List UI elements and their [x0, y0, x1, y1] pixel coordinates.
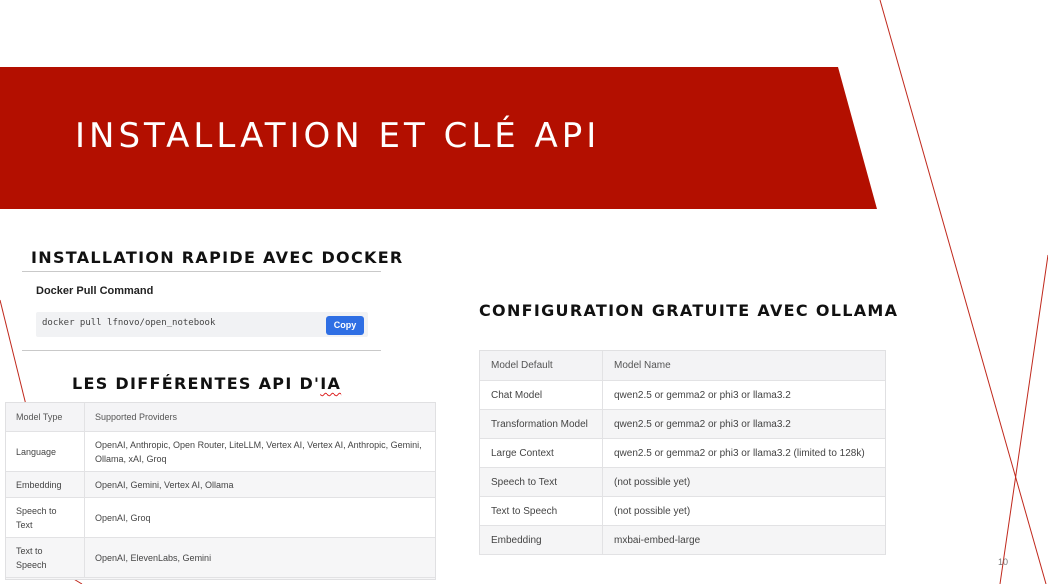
cell-model-type: Speech to Text — [6, 497, 85, 538]
table-row: Text to Speech (not possible yet) — [480, 496, 885, 526]
api-table-header: Model Type Supported Providers — [6, 403, 435, 432]
table-row: Speech to Text OpenAI, Groq — [6, 497, 435, 538]
api-heading-prefix: Les différentes — [72, 374, 259, 393]
column-header-supported-providers: Supported Providers — [84, 403, 435, 432]
docker-command-box: docker pull lfnovo/open_notebook Copy — [36, 312, 368, 337]
slide-title: INSTALLATION ET CLÉ API — [75, 116, 601, 156]
cell-providers: OpenAI, Anthropic, Open Router, LiteLLM,… — [84, 431, 435, 472]
table-row: Embedding OpenAI, Gemini, Vertex AI, Oll… — [6, 471, 435, 498]
cell-model-name: (not possible yet) — [602, 496, 885, 526]
column-header-model-default: Model Default — [480, 351, 603, 381]
copy-button[interactable]: Copy — [326, 316, 364, 335]
cell-model-default: Speech to Text — [480, 467, 603, 497]
cell-model-default: Text to Speech — [480, 496, 603, 526]
cell-model-type: Text to Speech — [6, 537, 85, 578]
table-row: Speech to Text (not possible yet) — [480, 467, 885, 497]
api-table: Model Type Supported Providers Language … — [6, 403, 435, 578]
ollama-table-header: Model Default Model Name — [480, 351, 885, 381]
cell-model-name: qwen2.5 or gemma2 or phi3 or llama3.2 (l… — [602, 438, 885, 468]
table-row: Transformation Model qwen2.5 or gemma2 o… — [480, 409, 885, 439]
cell-model-name: (not possible yet) — [602, 467, 885, 497]
cell-model-type: Embedding — [6, 471, 85, 498]
cell-model-type: Language — [6, 431, 85, 472]
cell-model-name: qwen2.5 or gemma2 or phi3 or llama3.2 — [602, 380, 885, 410]
docker-pull-label: Docker Pull Command — [36, 285, 154, 297]
cell-model-default: Transformation Model — [480, 409, 603, 439]
column-header-model-type: Model Type — [6, 403, 85, 432]
docker-heading-rule — [22, 271, 381, 272]
api-providers-table: Model Type Supported Providers Language … — [5, 402, 436, 580]
cell-model-default: Chat Model — [480, 380, 603, 410]
ollama-heading: Configuration gratuite avec Ollama — [479, 301, 899, 320]
cell-model-name: mxbai-embed-large — [602, 525, 885, 555]
cell-providers: OpenAI, ElevenLabs, Gemini — [84, 537, 435, 578]
page-number: 10 — [998, 557, 1009, 567]
table-row: Language OpenAI, Anthropic, Open Router,… — [6, 431, 435, 472]
cell-model-default: Large Context — [480, 438, 603, 468]
table-row: Chat Model qwen2.5 or gemma2 or phi3 or … — [480, 380, 885, 410]
ollama-table: Model Default Model Name Chat Model qwen… — [480, 351, 885, 555]
table-row: Text to Speech OpenAI, ElevenLabs, Gemin… — [6, 537, 435, 578]
api-heading-api: API — [258, 374, 293, 393]
cell-providers: OpenAI, Gemini, Vertex AI, Ollama — [84, 471, 435, 498]
table-row: Embedding mxbai-embed-large — [480, 525, 885, 555]
docker-command-text: docker pull lfnovo/open_notebook — [42, 318, 216, 328]
ollama-models-table: Model Default Model Name Chat Model qwen… — [479, 350, 886, 555]
cell-providers: OpenAI, Groq — [84, 497, 435, 538]
docker-section-rule — [22, 350, 381, 351]
api-heading-suffix: d' — [292, 374, 321, 393]
api-heading-ia: IA — [320, 374, 342, 393]
table-row: Large Context qwen2.5 or gemma2 or phi3 … — [480, 438, 885, 468]
api-heading: Les différentes API d'IA — [72, 374, 341, 393]
column-header-model-name: Model Name — [602, 351, 885, 381]
cell-model-name: qwen2.5 or gemma2 or phi3 or llama3.2 — [602, 409, 885, 439]
cell-model-default: Embedding — [480, 525, 603, 555]
docker-heading: Installation rapide avec Docker — [31, 248, 404, 267]
